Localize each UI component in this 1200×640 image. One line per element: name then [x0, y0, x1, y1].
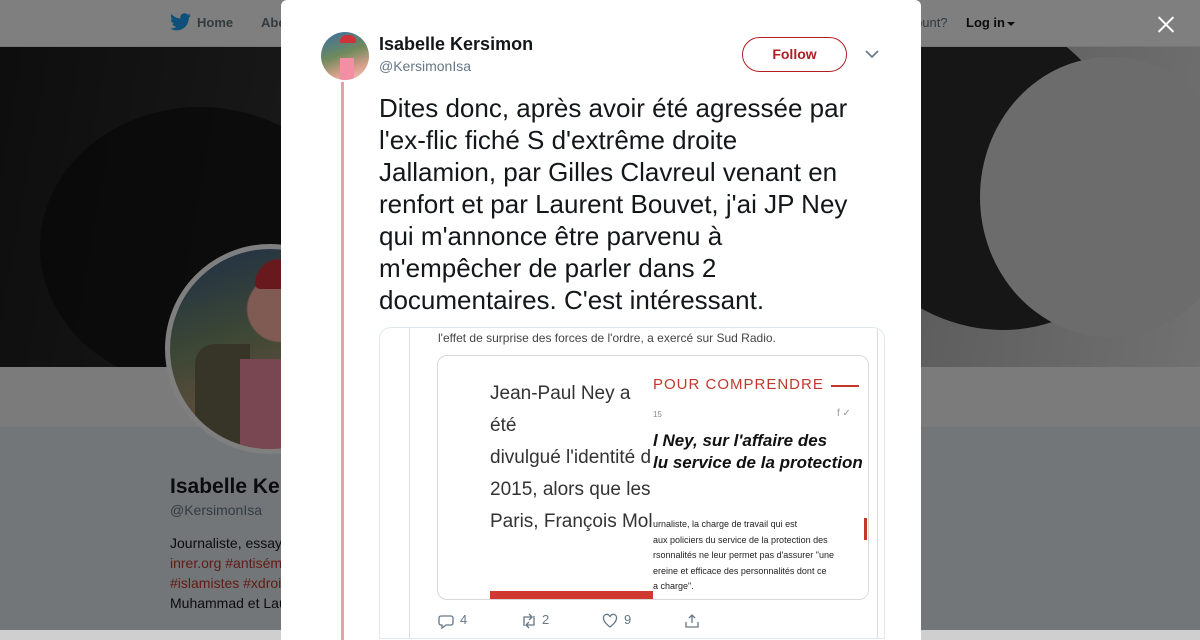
embedded-article-body: urnaliste, la charge de travail qui est …: [653, 519, 835, 591]
embedded-small-text: 15: [653, 410, 662, 419]
tweet-text: Dites donc, après avoir été agressée par…: [379, 93, 848, 315]
author-name[interactable]: Isabelle Kersimon: [379, 34, 533, 55]
embedded-left-text: Jean-Paul Ney a été divulgué l'identité …: [490, 383, 653, 532]
media-caption: l'effet de surprise des forces de l'ordr…: [438, 331, 776, 345]
reply-icon: [438, 615, 454, 629]
embedded-red-bar: [490, 591, 654, 599]
close-modal-button[interactable]: [1150, 8, 1182, 40]
like-count: 9: [624, 612, 632, 627]
embedded-tweet-actions: 4 2 9: [438, 611, 738, 631]
author-avatar[interactable]: [321, 32, 369, 80]
embedded-article-header: POUR COMPRENDRE: [653, 376, 824, 393]
social-share-icons: f ✓: [837, 408, 851, 419]
embedded-article-card: Jean-Paul Ney a été divulgué l'identité …: [437, 355, 869, 600]
chevron-down-icon[interactable]: [864, 47, 880, 61]
heart-icon: [602, 613, 618, 628]
retweet-icon: [523, 613, 535, 629]
embedded-article-title: l Ney, sur l'affaire des lu service de l…: [653, 431, 863, 472]
tweet-modal: Isabelle Kersimon @KersimonIsa Follow Di…: [281, 0, 921, 640]
retweet-count: 2: [542, 612, 550, 627]
share-icon: [685, 614, 699, 628]
thread-line: [341, 82, 344, 640]
tweet-media-image[interactable]: l'effet de surprise des forces de l'ordr…: [379, 327, 885, 639]
follow-button[interactable]: Follow: [742, 37, 847, 72]
reply-count: 4: [460, 612, 468, 627]
embedded-article-panel: POUR COMPRENDRE 15 f ✓ l Ney, sur l'affa…: [653, 356, 868, 599]
author-handle[interactable]: @KersimonIsa: [379, 58, 471, 74]
